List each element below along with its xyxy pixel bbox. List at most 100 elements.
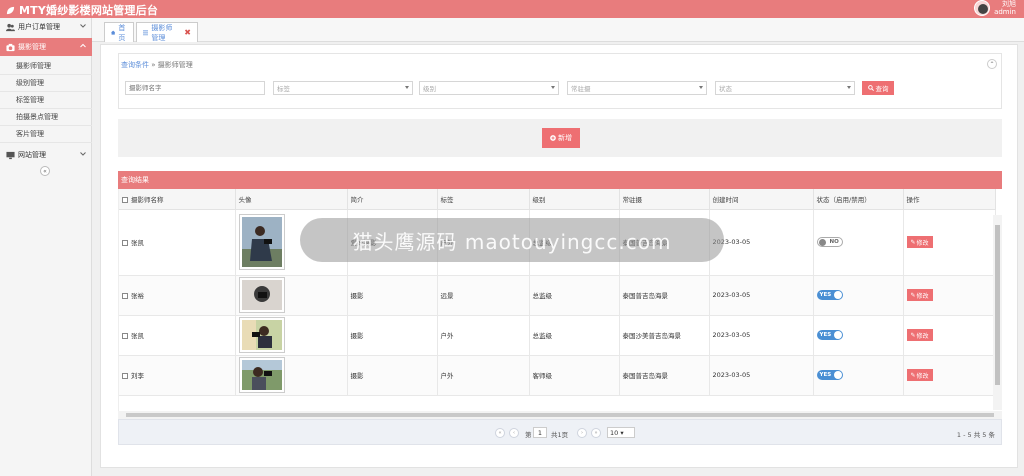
chevron-down-icon	[80, 152, 86, 156]
page-size-value: 10	[610, 429, 619, 437]
status-select[interactable]: 状态	[715, 81, 855, 95]
sidebar-group-photography[interactable]: 摄影管理	[0, 38, 92, 56]
watermark: 猫头鹰源码 maotouyingcc.com	[300, 218, 724, 262]
user-name: 刘旭	[1002, 0, 1016, 8]
status-toggle[interactable]: YES	[816, 290, 843, 300]
sidebar: 用户订单管理 摄影管理 摄影师管理 级别管理 标签管理 拍摄景点管理 客片管理 …	[0, 18, 92, 476]
cell-created: 2023-03-05	[709, 209, 814, 276]
photographer-photo	[238, 277, 285, 313]
table-row: 刘李 摄影 户外 客师级 泰国普吉岛海景 2023-03-05 YES ✎ 修改	[119, 355, 996, 396]
sidebar-collapse-button[interactable]: «	[40, 166, 50, 176]
chevron-down-icon	[847, 86, 851, 89]
row-checkbox[interactable]	[122, 293, 128, 299]
prev-page-button[interactable]: ‹	[509, 428, 519, 438]
search-icon	[867, 85, 874, 91]
row-checkbox[interactable]	[122, 373, 128, 379]
search-button[interactable]: 查询	[862, 81, 894, 95]
plus-circle-icon	[550, 135, 556, 141]
tag-select[interactable]: 标签	[273, 81, 413, 95]
sidebar-item-tags[interactable]: 标签管理	[0, 92, 92, 109]
cell-avatar	[235, 315, 348, 356]
edit-button[interactable]: ✎ 修改	[906, 236, 933, 248]
cell-intro: 摄影	[347, 355, 438, 396]
cell-tag: 远景	[437, 275, 530, 316]
cell-avatar	[235, 355, 348, 396]
query-title-text: 查询条件	[121, 61, 149, 69]
collapse-panel-button[interactable]: ⌃	[987, 59, 997, 69]
cell-name: 张裕	[119, 275, 236, 316]
cell-intro: 摄影	[347, 275, 438, 316]
avatar[interactable]	[974, 0, 991, 16]
chevron-down-icon	[405, 86, 409, 89]
pagination: « ‹ 第 1 共1页 › » 10 ▾ 1 - 5 共 5 条	[118, 419, 1002, 445]
edit-button[interactable]: ✎ 修改	[906, 369, 933, 381]
cell-actions: ✎ 修改	[903, 209, 996, 276]
chevron-down-icon	[80, 24, 86, 28]
add-button[interactable]: 新增	[542, 128, 580, 148]
row-checkbox[interactable]	[122, 240, 128, 246]
tag-select-value: 标签	[277, 85, 290, 93]
status-toggle[interactable]: NO	[816, 237, 843, 247]
edit-icon: ✎	[910, 371, 916, 379]
page-size-select[interactable]: 10 ▾	[607, 427, 635, 438]
scrollbar-thumb[interactable]	[995, 225, 1000, 385]
status-toggle[interactable]: YES	[816, 370, 843, 380]
search-button-label: 查询	[875, 85, 889, 93]
station-select-value: 常驻摄	[571, 85, 591, 93]
total-pages: 共1页	[551, 431, 569, 439]
user-role: admin	[994, 8, 1016, 16]
close-icon[interactable]: ✖	[184, 28, 191, 37]
action-bar: 新增	[118, 119, 1002, 157]
sidebar-group-label: 网站管理	[18, 151, 46, 159]
level-select[interactable]: 级别	[419, 81, 559, 95]
select-all-checkbox[interactable]	[122, 196, 128, 203]
photographer-photo	[238, 357, 285, 393]
user-menu[interactable]: 刘旭 admin	[974, 0, 1016, 16]
cell-status: YES	[813, 355, 904, 396]
scrollbar-thumb[interactable]	[126, 413, 994, 417]
add-button-label: 新增	[558, 134, 572, 142]
breadcrumb: » 摄影师管理	[151, 61, 193, 69]
column-header-level: 级别	[529, 189, 620, 210]
tab-photographers[interactable]: 摄影师管理 ✖	[136, 22, 198, 42]
cell-actions: ✎ 修改	[903, 355, 996, 396]
cell-actions: ✎ 修改	[903, 315, 996, 356]
edit-button-label: 修改	[916, 292, 929, 300]
sidebar-group-website[interactable]: 网站管理	[0, 146, 92, 164]
name-input[interactable]	[125, 81, 265, 95]
photographer-name: 张凯	[131, 239, 144, 247]
first-page-button[interactable]: «	[495, 428, 505, 438]
camera-icon	[6, 43, 15, 51]
edit-button[interactable]: ✎ 修改	[906, 329, 933, 341]
cell-status: YES	[813, 275, 904, 316]
sidebar-group-orders[interactable]: 用户订单管理	[0, 18, 92, 36]
chevron-down-icon	[551, 86, 555, 89]
cell-station: 泰国普吉岛海景	[619, 355, 710, 396]
tab-home[interactable]: 首页	[104, 22, 134, 42]
last-page-button[interactable]: »	[591, 428, 601, 438]
page-number-input[interactable]: 1	[533, 427, 547, 438]
cell-intro: 摄影	[347, 315, 438, 356]
vertical-scrollbar[interactable]	[993, 215, 1002, 410]
cell-created: 2023-03-05	[709, 275, 814, 316]
column-header-name[interactable]: 摄影师名称	[119, 189, 236, 210]
tab-bar: 首页 摄影师管理 ✖	[92, 18, 1024, 42]
status-toggle[interactable]: YES	[816, 330, 843, 340]
chevron-up-icon	[80, 43, 86, 48]
top-header: MTY婚纱影楼网站管理后台 刘旭 admin	[0, 0, 1024, 18]
page-prefix: 第	[525, 431, 532, 439]
sidebar-item-spots[interactable]: 拍摄景点管理	[0, 109, 92, 126]
sidebar-item-photographers[interactable]: 摄影师管理	[0, 58, 92, 75]
cell-name: 刘李	[119, 355, 236, 396]
tab-label: 摄影师管理	[151, 23, 173, 42]
next-page-button[interactable]: ›	[577, 428, 587, 438]
sidebar-item-client-photos[interactable]: 客片管理	[0, 126, 92, 143]
edit-button[interactable]: ✎ 修改	[906, 289, 933, 301]
row-checkbox[interactable]	[122, 333, 128, 339]
horizontal-scrollbar[interactable]	[118, 411, 1002, 419]
leaf-icon	[6, 6, 15, 14]
sidebar-item-levels[interactable]: 级别管理	[0, 75, 92, 92]
status-select-value: 状态	[719, 85, 732, 93]
station-select[interactable]: 常驻摄	[567, 81, 707, 95]
chevron-down-icon	[699, 86, 703, 89]
